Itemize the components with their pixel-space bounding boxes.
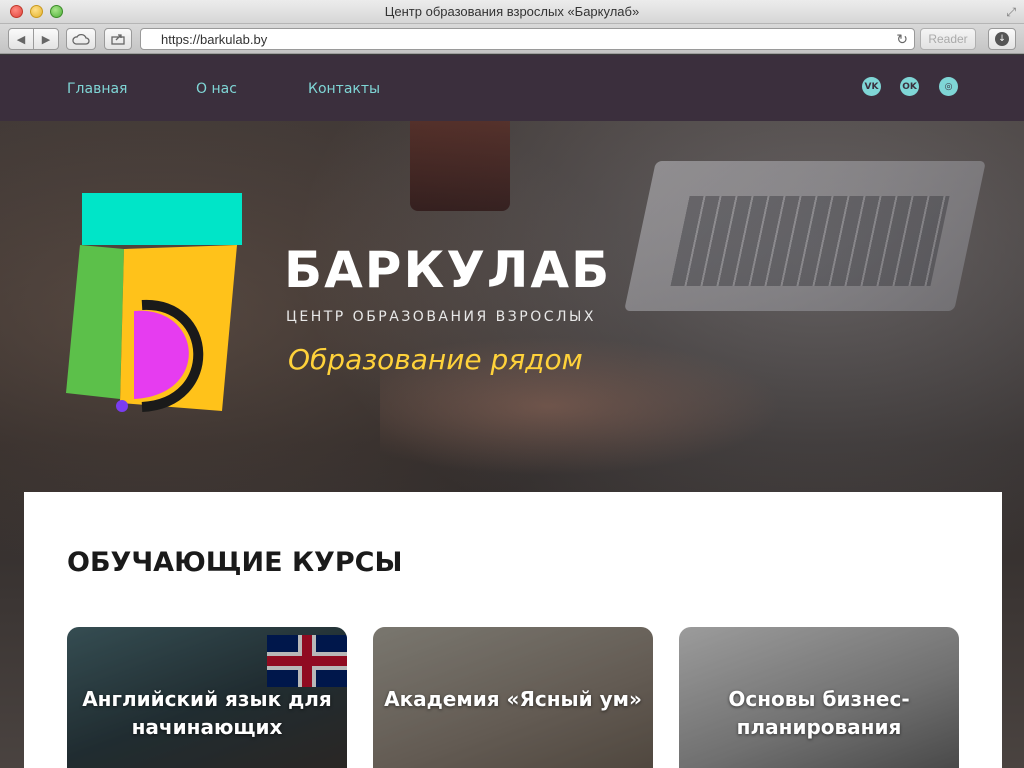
icloud-tabs-button[interactable] <box>66 28 96 50</box>
download-icon: ↓ <box>995 32 1009 46</box>
brand-subtitle: ЦЕНТР ОБРАЗОВАНИЯ ВЗРОСЛЫХ <box>286 309 596 325</box>
courses-section: ОБУЧАЮЩИЕ КУРСЫ Английский язык для начи… <box>24 492 1002 768</box>
hero-photo-glass <box>410 121 510 211</box>
nav-link-contacts[interactable]: Контакты <box>308 81 380 97</box>
hero-tagline: Образование рядом <box>288 343 583 376</box>
downloads-button[interactable]: ↓ <box>988 28 1016 50</box>
back-button[interactable]: ◀ <box>8 28 34 50</box>
nav-link-about[interactable]: О нас <box>196 81 237 97</box>
odnoklassniki-icon[interactable]: OK <box>900 77 919 96</box>
brand-name: БАРКУЛАБ <box>284 241 612 299</box>
site-navigation: Главная О нас Контакты VK OK ◎ <box>0 55 1024 121</box>
barkulab-logo-icon <box>66 193 242 412</box>
course-title: Английский язык для начинающих <box>82 687 332 739</box>
back-arrow-icon: ◀ <box>16 32 26 46</box>
address-bar[interactable]: https://barkulab.by ↻ <box>140 28 915 50</box>
reload-icon[interactable]: ↻ <box>896 31 908 48</box>
browser-toolbar: ◀ ▶ https://barkulab.by ↻ Reader ↓ <box>0 24 1024 54</box>
cloud-icon <box>72 33 90 45</box>
course-card-business-planning[interactable]: Основы бизнес-планирования <box>679 627 959 768</box>
url-text: https://barkulab.by <box>161 32 268 47</box>
fullscreen-icon[interactable]: ⤢ <box>1006 5 1016 20</box>
course-card-english[interactable]: Английский язык для начинающих <box>67 627 347 768</box>
forward-arrow-icon: ▶ <box>41 32 51 46</box>
course-card-clear-mind[interactable]: Академия «Ясный ум» <box>373 627 653 768</box>
section-title: ОБУЧАЮЩИЕ КУРСЫ <box>67 547 403 578</box>
share-button[interactable] <box>104 28 132 50</box>
hero-photo-keyboard <box>670 196 950 286</box>
web-page: БАРКУЛАБ ЦЕНТР ОБРАЗОВАНИЯ ВЗРОСЛЫХ Обра… <box>0 55 1024 768</box>
course-title: Академия «Ясный ум» <box>384 687 642 711</box>
reader-button[interactable]: Reader <box>920 28 976 50</box>
vk-icon[interactable]: VK <box>862 77 881 96</box>
window-title: Центр образования взрослых «Баркулаб» <box>384 4 640 19</box>
course-title: Основы бизнес-планирования <box>728 687 910 739</box>
forward-button[interactable]: ▶ <box>33 28 59 50</box>
browser-titlebar: Центр образования взрослых «Баркулаб» ⤢ <box>0 0 1024 24</box>
instagram-icon[interactable]: ◎ <box>939 77 958 96</box>
share-icon <box>111 34 125 45</box>
nav-link-home[interactable]: Главная <box>67 81 127 97</box>
